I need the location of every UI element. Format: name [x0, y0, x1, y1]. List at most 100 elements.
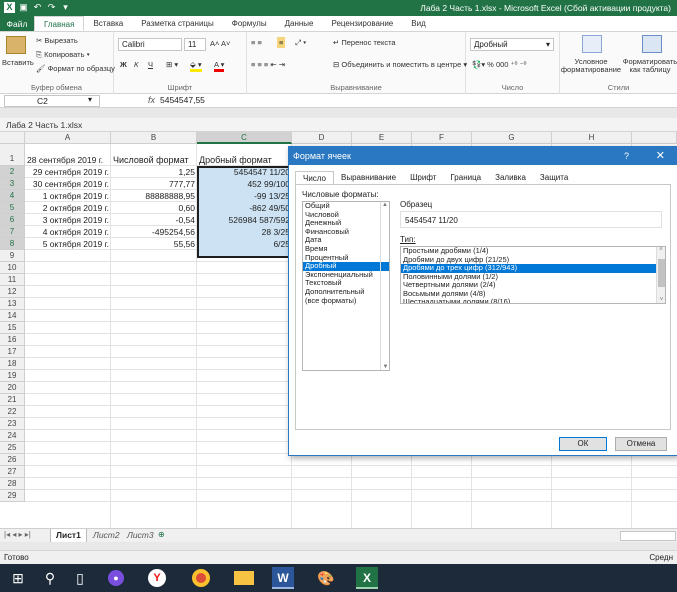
cell-c8[interactable]: 6/25 [197, 239, 292, 250]
cell-b7[interactable]: -495254,56 [111, 227, 197, 238]
select-all-corner[interactable] [0, 132, 25, 144]
cell-b5[interactable]: 0,60 [111, 203, 197, 214]
help-icon[interactable]: ? [624, 147, 629, 165]
cell-c2[interactable]: 5454547 11/20 [197, 167, 292, 178]
cell-b4[interactable]: 88888888,95 [111, 191, 197, 202]
cell-c6[interactable]: 526984 587/592 [197, 215, 292, 226]
name-box[interactable]: C2 [4, 95, 100, 107]
column-header-overflow[interactable] [632, 132, 677, 144]
row-header[interactable]: 6 [0, 214, 25, 226]
row-header[interactable]: 1 [0, 144, 25, 166]
cell-a1[interactable]: 28 сентября 2019 г. [25, 155, 111, 166]
cell-a7[interactable]: 4 октября 2019 г. [25, 227, 111, 238]
number-format-select[interactable]: Дробный ▾ [470, 38, 554, 51]
tab-view[interactable]: Вид [402, 16, 434, 31]
format-as-table-button[interactable]: Форматировать как таблицу [620, 58, 677, 74]
copy-button[interactable]: ⎘ Копировать ▾ [36, 50, 90, 60]
row-header[interactable]: 15 [0, 322, 25, 334]
row-header[interactable]: 18 [0, 358, 25, 370]
row-header[interactable]: 28 [0, 478, 25, 490]
cell-c5[interactable]: -862 49/50 [197, 203, 292, 214]
row-header[interactable]: 27 [0, 466, 25, 478]
row-header[interactable]: 29 [0, 490, 25, 502]
close-icon[interactable]: ✕ [656, 147, 665, 165]
insert-function-icon[interactable]: fx [148, 95, 155, 105]
cell-a2[interactable]: 29 сентября 2019 г. [25, 167, 111, 178]
sheet-tab-2[interactable]: Лист2 [88, 529, 125, 542]
format-painter-button[interactable]: 🖌 Формат по образцу [36, 64, 115, 73]
row-header[interactable]: 23 [0, 418, 25, 430]
column-header-c[interactable]: C [197, 132, 292, 144]
tab-file[interactable]: Файл [0, 16, 34, 31]
cell-c3[interactable]: 452 99/100 [197, 179, 292, 190]
paint-icon[interactable]: 🎨 [316, 568, 336, 588]
start-icon[interactable]: ⊞ [8, 568, 28, 588]
row-header[interactable]: 12 [0, 286, 25, 298]
sheet-tab-3[interactable]: Лист3 [122, 529, 159, 542]
cell-c1[interactable]: Дробный формат [197, 155, 292, 166]
cut-button[interactable]: ✂ Вырезать [36, 36, 78, 45]
task-view-icon[interactable]: ▯ [70, 568, 90, 588]
chrome-icon[interactable] [192, 569, 210, 587]
category-item[interactable]: (все форматы) [303, 296, 389, 306]
align-text-buttons[interactable]: ≡ ≡ ≡ ⇤ ⇥ [251, 60, 285, 69]
save-icon[interactable]: ▣ [18, 2, 29, 13]
column-header-h[interactable]: H [552, 132, 632, 144]
file-explorer-icon[interactable] [234, 571, 254, 585]
yandex-browser-icon[interactable]: Y [148, 569, 166, 587]
row-header[interactable]: 22 [0, 406, 25, 418]
font-size-select[interactable]: 11 [184, 38, 206, 51]
font-name-select[interactable]: Calibri [118, 38, 182, 51]
column-header-f[interactable]: F [412, 132, 472, 144]
cell-a4[interactable]: 1 октября 2019 г. [25, 191, 111, 202]
row-header[interactable]: 14 [0, 310, 25, 322]
merge-center-button[interactable]: ⊟ Объединить и поместить в центре ▾ [333, 60, 467, 69]
row-header[interactable]: 3 [0, 178, 25, 190]
cell-c7[interactable]: 28 3/25 [197, 227, 292, 238]
row-header[interactable]: 4 [0, 190, 25, 202]
ok-button[interactable]: ОК [559, 437, 607, 451]
paste-button[interactable]: Вставить [2, 58, 34, 67]
new-sheet-icon[interactable]: ⊕ [158, 530, 165, 539]
category-list[interactable]: Общий Числовой Денежный Финансовый Дата Время… [302, 201, 390, 371]
undo-icon[interactable]: ↶ [32, 2, 43, 13]
row-header[interactable]: 16 [0, 334, 25, 346]
tab-alignment[interactable]: Выравнивание [334, 171, 404, 185]
name-box-chevron-icon[interactable]: ▾ [88, 95, 92, 104]
tab-protection[interactable]: Защита [532, 171, 576, 185]
row-header[interactable]: 8 [0, 238, 25, 250]
row-header[interactable]: 20 [0, 382, 25, 394]
sheet-nav-arrows[interactable]: |◂ ◂ ▸ ▸| [4, 530, 31, 539]
row-header[interactable]: 24 [0, 430, 25, 442]
row-header[interactable]: 9 [0, 250, 25, 262]
tab-fill[interactable]: Заливка [488, 171, 533, 185]
bold-button[interactable]: Ж [120, 60, 127, 69]
grow-font-button[interactable]: A˄ A˅ [210, 39, 230, 48]
cell-b8[interactable]: 55,56 [111, 239, 197, 250]
row-header[interactable]: 7 [0, 226, 25, 238]
paste-icon[interactable] [6, 36, 26, 54]
cell-a5[interactable]: 2 октября 2019 г. [25, 203, 111, 214]
row-header[interactable]: 19 [0, 370, 25, 382]
row-header[interactable]: 11 [0, 274, 25, 286]
row-header[interactable]: 5 [0, 202, 25, 214]
search-icon[interactable]: ⚲ [40, 568, 60, 588]
row-header[interactable]: 26 [0, 454, 25, 466]
tab-data[interactable]: Данные [276, 16, 323, 31]
type-list[interactable]: Простыми дробями (1/4) Дробями до двух ци… [400, 246, 666, 304]
type-scrollbar[interactable]: ˄ ˅ [656, 247, 665, 303]
excel-icon[interactable]: X [356, 567, 378, 589]
conditional-format-icon[interactable] [582, 35, 602, 53]
cell-a3[interactable]: 30 сентября 2019 г. [25, 179, 111, 190]
column-header-a[interactable]: A [25, 132, 111, 144]
sheet-tab-1[interactable]: Лист1 [50, 529, 87, 542]
cell-c4[interactable]: -99 13/25 [197, 191, 292, 202]
row-header[interactable]: 17 [0, 346, 25, 358]
column-header-b[interactable]: B [111, 132, 197, 144]
tab-insert[interactable]: Вставка [84, 16, 132, 31]
cell-b1[interactable]: Числовой формат [111, 155, 197, 166]
alice-icon[interactable]: ● [108, 570, 124, 586]
row-header[interactable]: 10 [0, 262, 25, 274]
format-as-table-icon[interactable] [642, 35, 662, 53]
tab-formulas[interactable]: Формулы [223, 16, 276, 31]
